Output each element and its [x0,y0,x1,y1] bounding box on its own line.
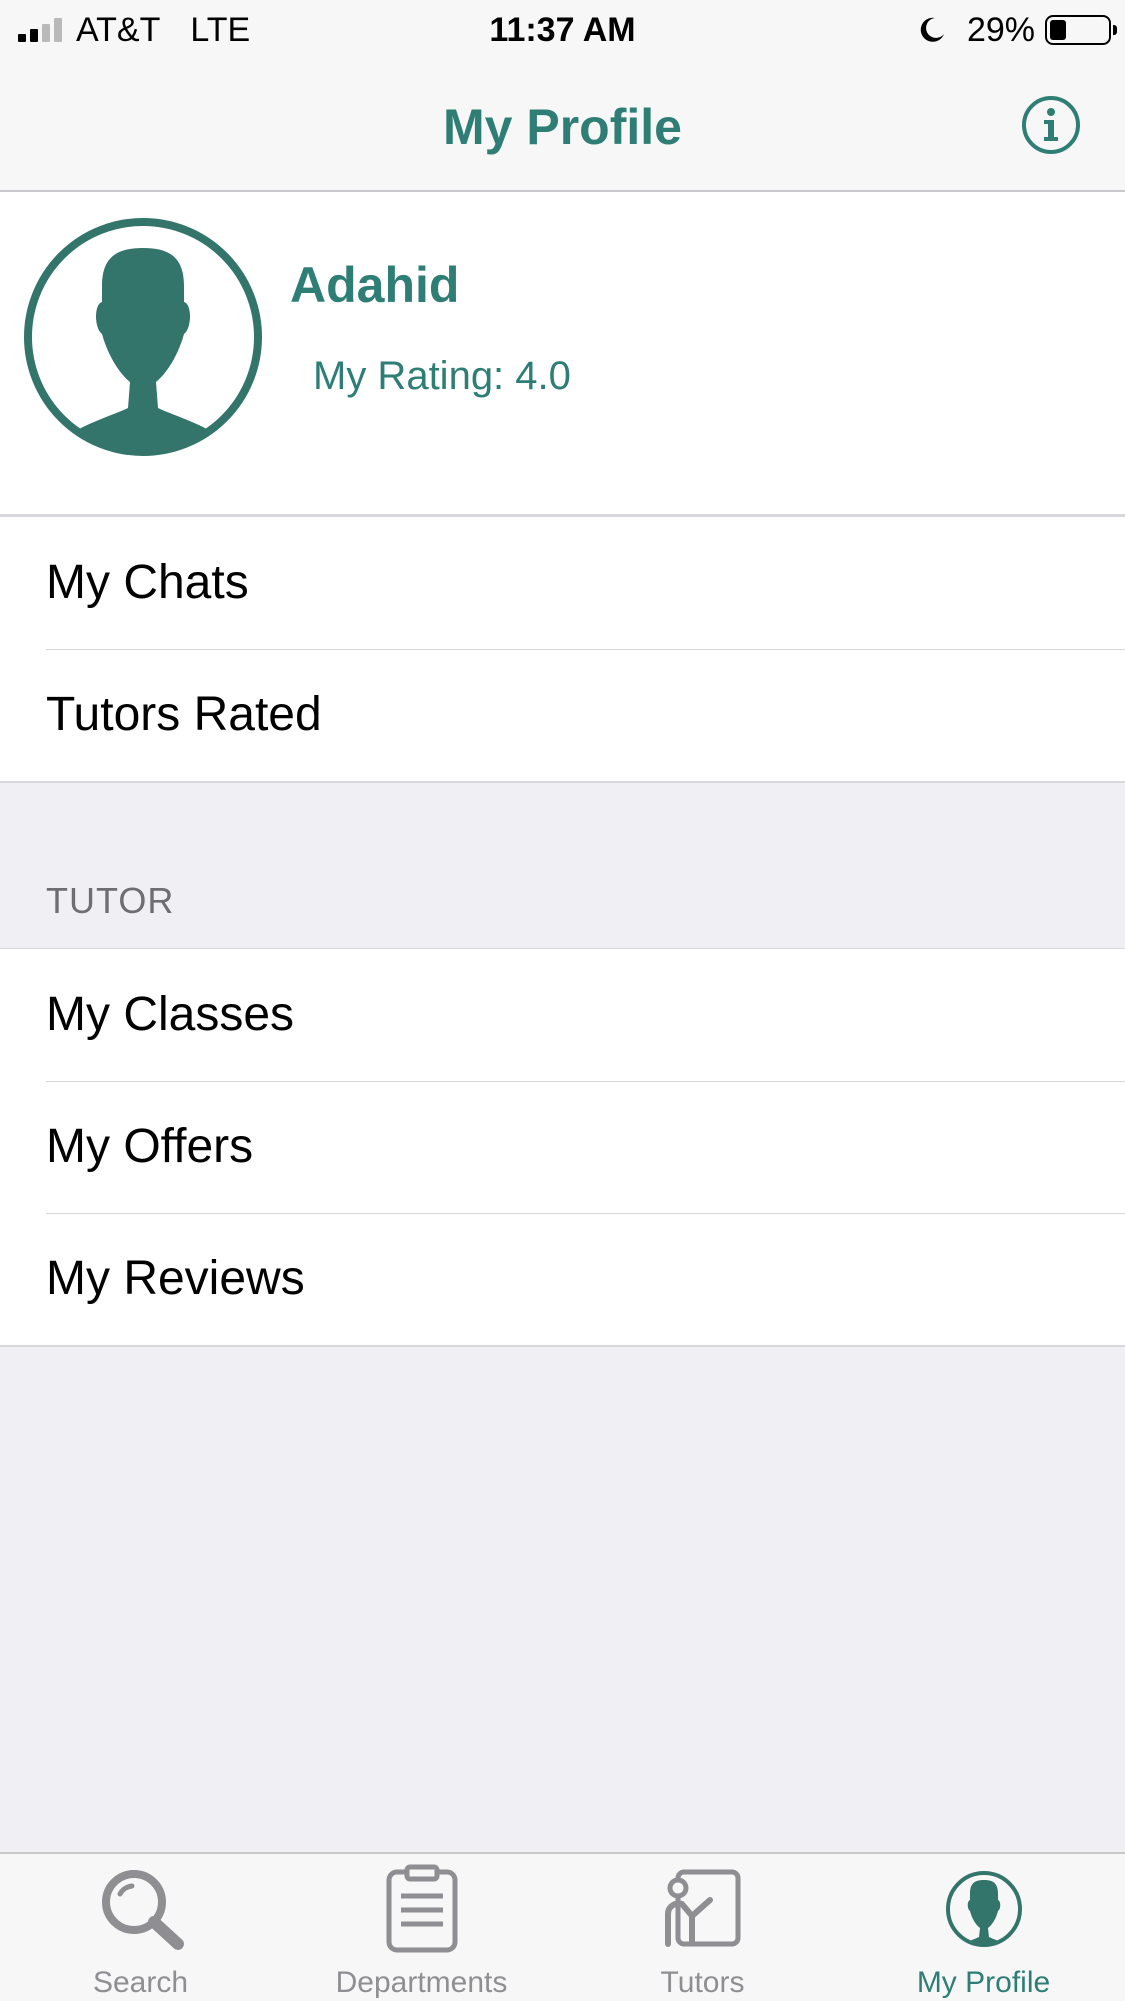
tab-my-profile[interactable]: My Profile [843,1854,1124,2001]
my-offers-label: My Offers [46,1120,254,1173]
battery-nub [1113,25,1117,35]
profile-name: Adahid [290,257,460,313]
tab-search[interactable]: Search [0,1854,281,2001]
magnifier-icon [101,1870,184,1950]
tutor-section-header: TUTOR [46,880,175,921]
status-right: 29% [917,8,1117,52]
tab-tutors[interactable]: Tutors [562,1854,843,2001]
battery-fill [1050,20,1066,40]
profile-rating: My Rating: 4.0 [313,354,571,398]
battery-icon [1045,15,1117,45]
navigation-bar: My Profile [0,64,1125,192]
my-classes-row[interactable]: My Classes [0,949,1125,1081]
tutors-rated-label: Tutors Rated [46,688,322,741]
my-reviews-label: My Reviews [46,1252,305,1305]
my-classes-label: My Classes [46,988,295,1041]
tab-tutors-label: Tutors [660,1966,745,1999]
my-reviews-row[interactable]: My Reviews [0,1213,1125,1345]
tab-departments-label: Departments [335,1966,508,1999]
tab-search-label: Search [92,1966,189,1999]
profile-header: Adahid My Rating: 4.0 [0,192,1125,516]
status-bar: AT&T LTE 11:37 AM 29% [0,0,1125,64]
profile-icon [945,1871,1022,1947]
tab-departments[interactable]: Departments [281,1854,562,2001]
my-chats-label: My Chats [46,556,249,609]
info-circle-icon[interactable] [1021,95,1081,155]
moon-icon [920,17,944,42]
tutor-list: My Classes My Offers My Reviews [0,948,1125,1347]
account-list: My Chats Tutors Rated [0,516,1125,783]
battery-percent: 29% [966,10,1035,49]
my-offers-row[interactable]: My Offers [0,1081,1125,1213]
page-title: My Profile [443,99,682,155]
tutor-board-icon [664,1869,740,1947]
tutors-rated-row[interactable]: Tutors Rated [0,649,1125,781]
clipboard-list-icon [386,1864,457,1953]
tab-bar: Search Departments Tutors My Profile [0,1852,1125,2001]
tab-my-profile-label: My Profile [916,1966,1051,1999]
person-silhouette-icon[interactable] [22,216,264,458]
my-chats-row[interactable]: My Chats [0,517,1125,649]
